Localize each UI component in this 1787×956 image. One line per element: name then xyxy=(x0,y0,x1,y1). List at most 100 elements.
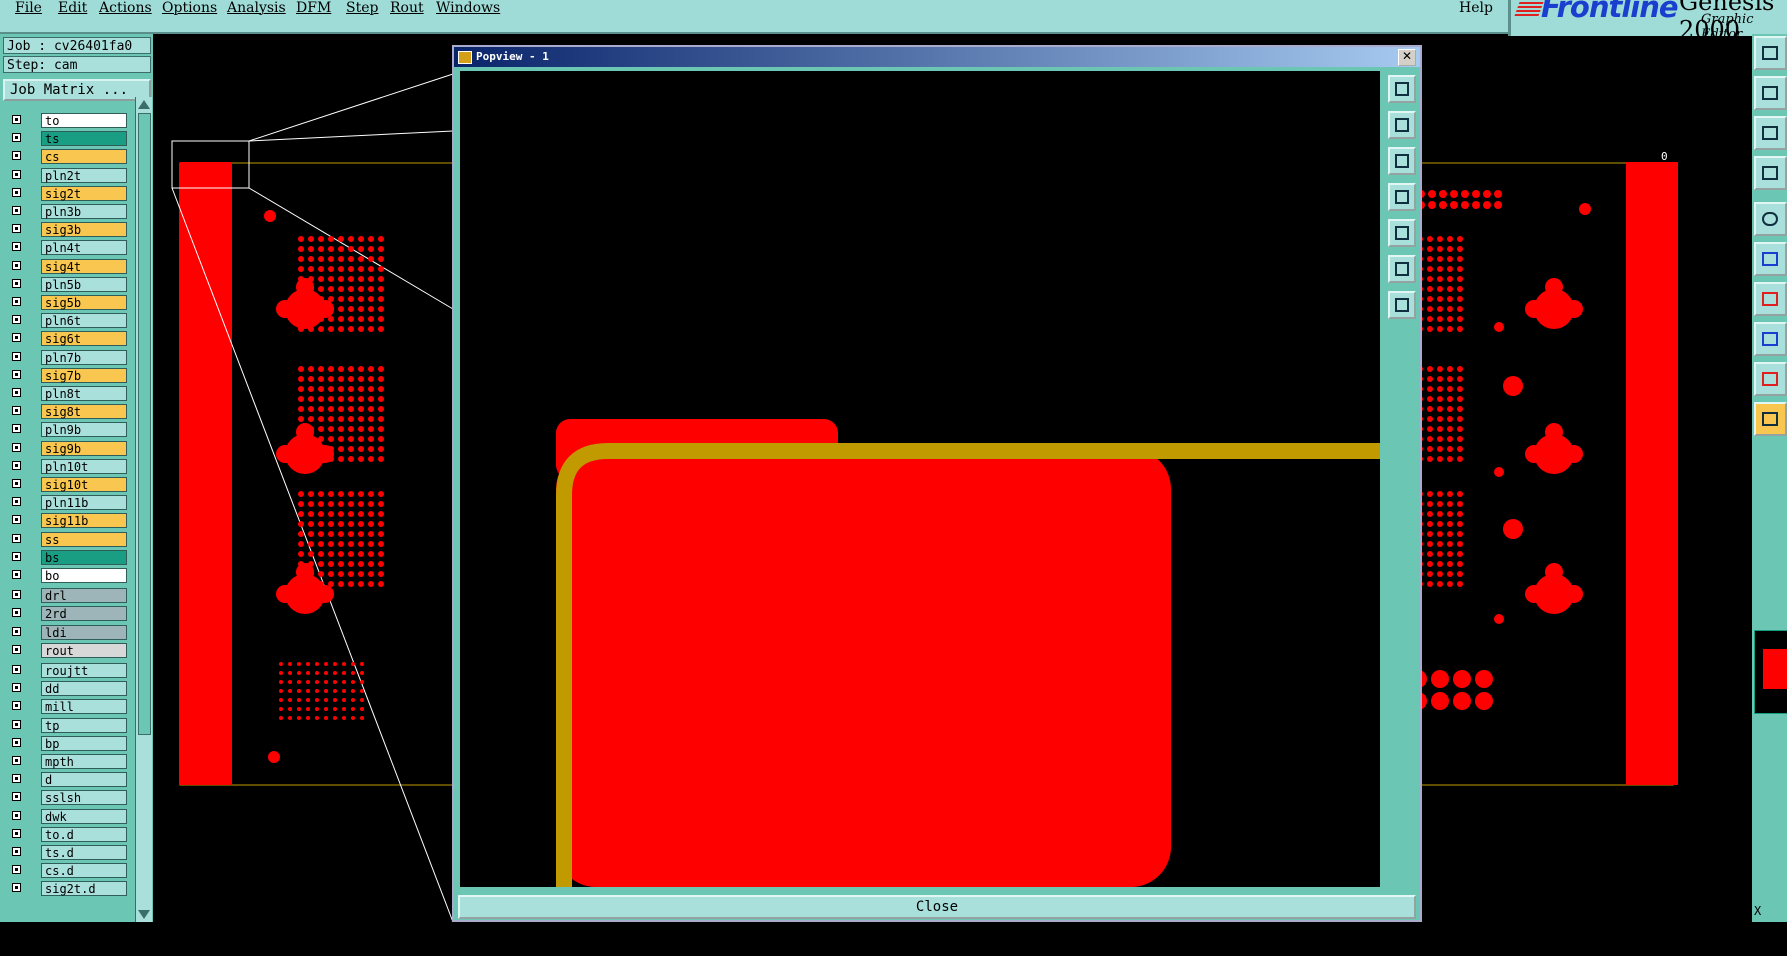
layer-row[interactable]: bs xyxy=(7,549,127,565)
layer-name[interactable]: sig10t xyxy=(41,477,127,492)
menu-file[interactable]: File xyxy=(15,0,42,16)
layer-name[interactable]: drl xyxy=(41,588,127,604)
layer-name[interactable]: to.d xyxy=(41,826,127,842)
layer-checkbox[interactable] xyxy=(12,774,21,784)
toolbar-icon-4[interactable] xyxy=(1754,156,1787,190)
layer-checkbox[interactable] xyxy=(12,644,21,654)
scroll-down-arrow-icon[interactable] xyxy=(138,910,150,919)
job-matrix-button[interactable]: Job Matrix ... xyxy=(3,79,151,101)
layer-checkbox[interactable] xyxy=(12,497,21,507)
layer-name[interactable]: sig7b xyxy=(41,367,127,383)
close-icon[interactable]: ✕ xyxy=(1398,49,1416,66)
layer-name[interactable]: sig8t xyxy=(41,404,127,420)
toolbar-icon-1[interactable] xyxy=(1754,36,1787,70)
layer-row[interactable]: 2rd xyxy=(7,606,127,622)
layer-row[interactable]: bo xyxy=(7,568,127,583)
layer-checkbox[interactable] xyxy=(12,570,21,579)
layer-row[interactable]: pln7b xyxy=(7,349,127,365)
layer-name[interactable]: ts.d xyxy=(41,845,127,860)
layer-checkbox[interactable] xyxy=(12,460,21,470)
pan-right-icon[interactable] xyxy=(1388,219,1416,247)
layer-name[interactable]: pln5b xyxy=(41,276,127,292)
menu-analysis[interactable]: Analysis xyxy=(227,0,286,16)
layer-row[interactable]: tp xyxy=(7,717,127,733)
layer-name[interactable]: pln6t xyxy=(41,313,127,329)
layer-row[interactable]: sig9b xyxy=(7,440,127,456)
snap-icon[interactable] xyxy=(1754,322,1787,356)
layer-name[interactable]: pln8t xyxy=(41,386,127,401)
layer-checkbox[interactable] xyxy=(12,333,21,343)
menu-dfm[interactable]: DFM xyxy=(296,0,331,16)
layer-checkbox[interactable] xyxy=(12,442,21,452)
layer-name[interactable]: ldi xyxy=(41,624,127,640)
pan-down-icon[interactable] xyxy=(1388,147,1416,175)
layer-row[interactable]: rout xyxy=(7,642,127,658)
layer-row[interactable]: ts.d xyxy=(7,845,127,860)
mini-map[interactable] xyxy=(1754,630,1787,714)
menu-step[interactable]: Step xyxy=(346,0,378,16)
popview-titlebar[interactable]: Popview - 1 ✕ xyxy=(454,47,1420,67)
zoom-home-icon[interactable] xyxy=(1388,255,1416,283)
layer-checkbox[interactable] xyxy=(12,206,21,215)
layer-name[interactable]: bo xyxy=(41,568,127,583)
layer-checkbox[interactable] xyxy=(12,297,21,306)
layer-name[interactable]: ss xyxy=(41,531,127,547)
layer-row[interactable]: sig7b xyxy=(7,367,127,383)
layer-row[interactable]: sig2t xyxy=(7,185,127,201)
layer-checkbox[interactable] xyxy=(12,665,21,674)
layer-name[interactable]: sslsh xyxy=(41,790,127,806)
layer-checkbox[interactable] xyxy=(12,756,21,765)
layer-row[interactable]: pln2t xyxy=(7,167,127,183)
layer-checkbox[interactable] xyxy=(12,351,21,361)
layer-row[interactable]: pln8t xyxy=(7,386,127,401)
layer-row[interactable]: sig3b xyxy=(7,222,127,238)
layer-checkbox[interactable] xyxy=(12,701,21,711)
layer-name[interactable]: pln10t xyxy=(41,458,127,474)
layer-row[interactable]: sig11b xyxy=(7,513,127,529)
menu-rout[interactable]: Rout xyxy=(390,0,424,16)
layer-name[interactable]: rout xyxy=(41,642,127,658)
layer-checkbox[interactable] xyxy=(12,115,21,124)
layer-checkbox[interactable] xyxy=(12,315,21,325)
layer-row[interactable]: ldi xyxy=(7,624,127,640)
layer-row[interactable]: sig10t xyxy=(7,477,127,492)
layer-row[interactable]: pln3b xyxy=(7,204,127,219)
layer-checkbox[interactable] xyxy=(12,479,21,488)
menu-options[interactable]: Options xyxy=(162,0,217,16)
layer-checkbox[interactable] xyxy=(12,242,21,252)
layer-row[interactable]: dwk xyxy=(7,808,127,824)
layer-checkbox[interactable] xyxy=(12,865,21,875)
layer-name[interactable]: dd xyxy=(41,681,127,697)
layer-name[interactable]: 2rd xyxy=(41,606,127,622)
layer-name[interactable]: pln9b xyxy=(41,422,127,438)
pointer-icon[interactable] xyxy=(1754,402,1787,436)
layer-name[interactable]: to xyxy=(41,113,127,128)
layer-name[interactable]: sig2t xyxy=(41,185,127,201)
zoom-window-icon[interactable] xyxy=(1388,75,1416,103)
scroll-up-arrow-icon[interactable] xyxy=(138,100,150,109)
layer-name[interactable]: bp xyxy=(41,735,127,751)
layer-row[interactable]: pln10t xyxy=(7,458,127,474)
pan-up-icon[interactable] xyxy=(1388,111,1416,139)
layer-checkbox[interactable] xyxy=(12,608,21,618)
layer-name[interactable]: sig9b xyxy=(41,440,127,456)
layer-checkbox[interactable] xyxy=(12,847,21,856)
layer-row[interactable]: sig5b xyxy=(7,295,127,310)
layer-name[interactable]: dwk xyxy=(41,808,127,824)
layer-checkbox[interactable] xyxy=(12,683,21,693)
select-shape-icon[interactable] xyxy=(1754,202,1787,236)
layer-row[interactable]: cs xyxy=(7,149,127,165)
menu-edit[interactable]: Edit xyxy=(58,0,87,16)
route-icon[interactable] xyxy=(1754,242,1787,276)
toolbar-icon-2[interactable] xyxy=(1754,76,1787,110)
layer-checkbox[interactable] xyxy=(12,737,21,747)
layer-checkbox[interactable] xyxy=(12,515,21,525)
layer-checkbox[interactable] xyxy=(12,719,21,729)
layer-name[interactable]: roujtt xyxy=(41,663,127,678)
layer-checkbox[interactable] xyxy=(12,792,21,802)
layer-name[interactable]: sig5b xyxy=(41,295,127,310)
layer-name[interactable]: pln2t xyxy=(41,167,127,183)
layer-name[interactable]: bs xyxy=(41,549,127,565)
layer-name[interactable]: pln11b xyxy=(41,495,127,511)
layer-checkbox[interactable] xyxy=(12,590,21,600)
